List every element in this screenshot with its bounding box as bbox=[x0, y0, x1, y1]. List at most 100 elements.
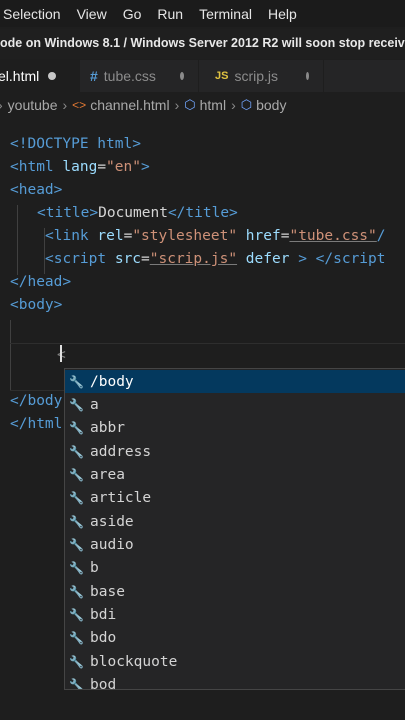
menu-go[interactable]: Go bbox=[115, 6, 150, 22]
code-line-2[interactable]: <html lang="en"> bbox=[10, 159, 150, 182]
wrench-icon: 🔧 bbox=[69, 490, 84, 505]
breadcrumb-file[interactable]: channel.html bbox=[90, 97, 169, 113]
tag-token: / bbox=[376, 228, 386, 244]
wrench-icon: 🔧 bbox=[69, 397, 84, 412]
tab-label: el.html bbox=[0, 68, 40, 84]
string-token: "scrip.js" bbox=[149, 251, 238, 267]
menu-selection[interactable]: Selection bbox=[0, 6, 69, 22]
code-line-11[interactable]: </html bbox=[10, 416, 62, 439]
equals-token: = bbox=[97, 159, 107, 175]
code-line-4[interactable]: <title>Document</title> bbox=[37, 205, 238, 228]
breadcrumb-body[interactable]: body bbox=[256, 97, 286, 113]
notification-text: ode on Windows 8.1 / Windows Server 2012… bbox=[0, 36, 405, 50]
suggestion-label: aside bbox=[90, 513, 134, 530]
string-token: "tube.css" bbox=[289, 228, 377, 244]
chevron-right-icon: › bbox=[174, 97, 180, 113]
suggestion-item[interactable]: 🔧 bdo bbox=[65, 626, 405, 649]
code-line-9[interactable]: < bbox=[57, 345, 66, 368]
suggestion-item[interactable]: 🔧 a bbox=[65, 393, 405, 416]
wrench-icon: 🔧 bbox=[69, 514, 84, 529]
wrench-icon: 🔧 bbox=[69, 607, 84, 622]
chevron-right-icon: › bbox=[231, 97, 236, 113]
unsaved-dot-icon[interactable] bbox=[179, 72, 184, 80]
wrench-icon: 🔧 bbox=[69, 537, 84, 552]
tag-token: <link bbox=[45, 228, 89, 244]
suggestion-label: abbr bbox=[90, 419, 125, 436]
menu-run[interactable]: Run bbox=[149, 6, 191, 22]
breadcrumb-html[interactable]: html bbox=[200, 97, 226, 113]
suggestion-item[interactable]: 🔧 article bbox=[65, 486, 405, 509]
tag-token: <script bbox=[45, 251, 107, 267]
suggestion-label: blockquote bbox=[90, 653, 178, 670]
attr-token: lang bbox=[53, 159, 98, 175]
suggestion-label: bdo bbox=[90, 629, 117, 646]
notification-banner: ode on Windows 8.1 / Windows Server 2012… bbox=[0, 29, 405, 59]
suggestion-item[interactable]: 🔧 audio bbox=[65, 533, 405, 556]
menu-terminal[interactable]: Terminal bbox=[191, 6, 260, 22]
wrench-icon: 🔧 bbox=[69, 420, 84, 435]
html-file-icon: <> bbox=[72, 98, 87, 112]
attr-token: rel bbox=[88, 228, 124, 244]
wrench-icon: 🔧 bbox=[69, 630, 84, 645]
text-token: Document bbox=[98, 205, 168, 221]
code-line-6[interactable]: <script src="scrip.js" defer > </script bbox=[45, 251, 386, 274]
tab-label: scrip.js bbox=[234, 68, 279, 84]
suggestion-item[interactable]: 🔧 area bbox=[65, 463, 405, 486]
tag-token: > </script bbox=[289, 251, 386, 267]
suggestion-item[interactable]: 🔧 aside bbox=[65, 510, 405, 533]
code-line-3[interactable]: <head> bbox=[10, 182, 62, 205]
tab-scrip-js[interactable]: JS scrip.js bbox=[199, 60, 324, 92]
code-line-1[interactable]: <!DOCTYPE html> bbox=[10, 136, 141, 159]
code-line-10[interactable]: </body bbox=[10, 393, 62, 416]
menu-bar: Selection View Go Run Terminal Help bbox=[0, 0, 405, 27]
indent-guide bbox=[17, 205, 18, 275]
text-cursor bbox=[59, 345, 62, 362]
suggestion-label: base bbox=[90, 583, 125, 600]
element-cube-icon: ⬡ bbox=[240, 97, 253, 112]
tab-channel-html[interactable]: el.html bbox=[0, 60, 80, 92]
tag-token: </body bbox=[10, 393, 63, 409]
suggestion-item[interactable]: 🔧 base bbox=[65, 580, 405, 603]
wrench-icon: 🔧 bbox=[69, 374, 84, 389]
code-line-8[interactable]: <body> bbox=[10, 297, 62, 320]
suggestion-label: /body bbox=[90, 373, 134, 390]
suggestion-item[interactable]: 🔧 b bbox=[65, 556, 405, 579]
autocomplete-widget: 🔧/body 🔧 a 🔧 abbr 🔧 address 🔧 area 🔧 article … bbox=[64, 368, 405, 690]
css-file-icon: # bbox=[90, 68, 98, 84]
chevron-right-icon: › bbox=[62, 97, 68, 113]
suggestion-item[interactable]: 🔧 bod bbox=[65, 673, 405, 690]
suggestion-label: address bbox=[90, 443, 152, 460]
attr-token: defer bbox=[237, 251, 290, 267]
suggestion-item[interactable]: 🔧 bdi bbox=[65, 603, 405, 626]
suggestion-item[interactable]: 🔧 /body bbox=[65, 370, 405, 393]
equals-token: = bbox=[123, 228, 133, 244]
wrench-icon: 🔧 bbox=[69, 560, 84, 575]
breadcrumb: › youtube › <> channel.html › ⬡ html › ⬡… bbox=[0, 93, 405, 117]
wrench-icon: 🔧 bbox=[69, 467, 84, 482]
suggestion-label: area bbox=[90, 466, 125, 483]
suggestion-label: b bbox=[90, 559, 99, 576]
menu-help[interactable]: Help bbox=[260, 6, 305, 22]
doctype-token: <!DOCTYPE html> bbox=[10, 136, 141, 152]
tab-tube-css[interactable]: # tube.css bbox=[80, 60, 199, 92]
suggestion-item[interactable]: 🔧 address bbox=[65, 440, 405, 463]
wrench-icon: 🔧 bbox=[69, 444, 84, 459]
suggestion-item[interactable]: 🔧 blockquote bbox=[65, 650, 405, 673]
tag-token: <body> bbox=[10, 297, 63, 313]
tag-token: <html bbox=[10, 159, 54, 175]
wrench-icon: 🔧 bbox=[69, 584, 84, 599]
unsaved-dot-icon[interactable] bbox=[306, 72, 309, 80]
tag-token: </title> bbox=[167, 205, 238, 221]
code-line-5[interactable]: <link rel="stylesheet" href="tube.css"/ bbox=[45, 228, 386, 251]
suggestion-label: a bbox=[90, 396, 99, 413]
unsaved-dot-icon[interactable] bbox=[48, 72, 57, 80]
breadcrumb-folder[interactable]: youtube bbox=[8, 97, 58, 113]
element-cube-icon: ⬡ bbox=[184, 97, 196, 112]
menu-view[interactable]: View bbox=[69, 6, 115, 22]
wrench-icon: 🔧 bbox=[69, 677, 84, 690]
suggestion-label: bod bbox=[90, 676, 117, 690]
code-line-7[interactable]: </head> bbox=[10, 274, 71, 297]
string-token: "en" bbox=[106, 159, 141, 175]
suggestion-item[interactable]: 🔧 abbr bbox=[65, 416, 405, 439]
editor-tabs: el.html # tube.css JS scrip.js bbox=[0, 60, 405, 92]
